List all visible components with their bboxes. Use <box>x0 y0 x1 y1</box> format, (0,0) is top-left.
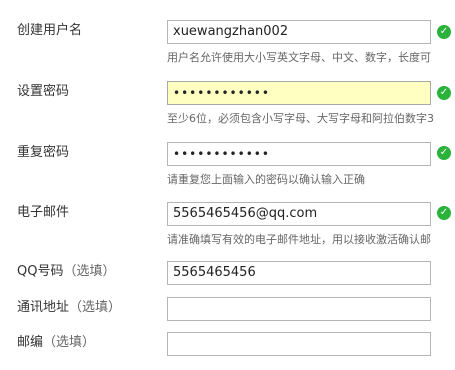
postcode-optional-tag: （选填） <box>43 335 96 350</box>
username-input[interactable]: xuewangzhan002 <box>167 20 431 44</box>
confirm-password-label: 重复密码 <box>17 144 69 162</box>
password-label: 设置密码 <box>17 83 69 101</box>
postcode-input[interactable] <box>167 332 431 356</box>
username-label-text: 创建用户名 <box>17 23 83 38</box>
address-optional-tag: （选填） <box>69 300 122 315</box>
email-input[interactable]: 5565465456@qq.com <box>167 202 431 226</box>
qq-optional-tag: （选填） <box>63 264 116 279</box>
qq-input[interactable]: 5565465456 <box>167 261 431 285</box>
username-hint: 用户名允许使用大小写英文字母、中文、数字，长度可 <box>167 51 431 64</box>
email-value: 5565465456@qq.com <box>173 206 318 221</box>
address-label: 通讯地址（选填） <box>17 299 121 317</box>
check-circle-icon: ✓ <box>437 206 451 220</box>
check-circle-icon: ✓ <box>437 86 451 100</box>
confirm-password-hint: 请重复您上面输入的密码以确认输入正确 <box>167 173 365 186</box>
check-circle-icon: ✓ <box>437 146 451 160</box>
confirm-password-value: •••••••••••• <box>173 147 270 161</box>
email-hint: 请准确填写有效的电子邮件地址，用以接收激活确认邮 <box>167 233 431 246</box>
email-label: 电子邮件 <box>17 204 69 222</box>
password-input[interactable]: •••••••••••• <box>167 81 431 105</box>
postcode-label-text: 邮编 <box>17 335 44 350</box>
username-value: xuewangzhan002 <box>173 24 289 39</box>
address-label-text: 通讯地址 <box>17 300 70 315</box>
qq-label-text: QQ号码 <box>17 264 64 279</box>
password-hint: 至少6位，必须包含小写字母、大写字母和阿拉伯数字3 <box>167 112 434 125</box>
password-label-text: 设置密码 <box>17 84 70 99</box>
postcode-label: 邮编（选填） <box>17 334 95 352</box>
qq-label: QQ号码（选填） <box>17 263 115 281</box>
confirm-password-input[interactable]: •••••••••••• <box>167 142 431 166</box>
check-circle-icon: ✓ <box>437 25 451 39</box>
qq-value: 5565465456 <box>173 265 256 280</box>
username-label: 创建用户名 <box>17 22 82 40</box>
address-input[interactable] <box>167 297 431 321</box>
email-label-text: 电子邮件 <box>17 205 70 220</box>
password-value: •••••••••••• <box>173 86 270 100</box>
confirm-password-label-text: 重复密码 <box>17 145 70 160</box>
